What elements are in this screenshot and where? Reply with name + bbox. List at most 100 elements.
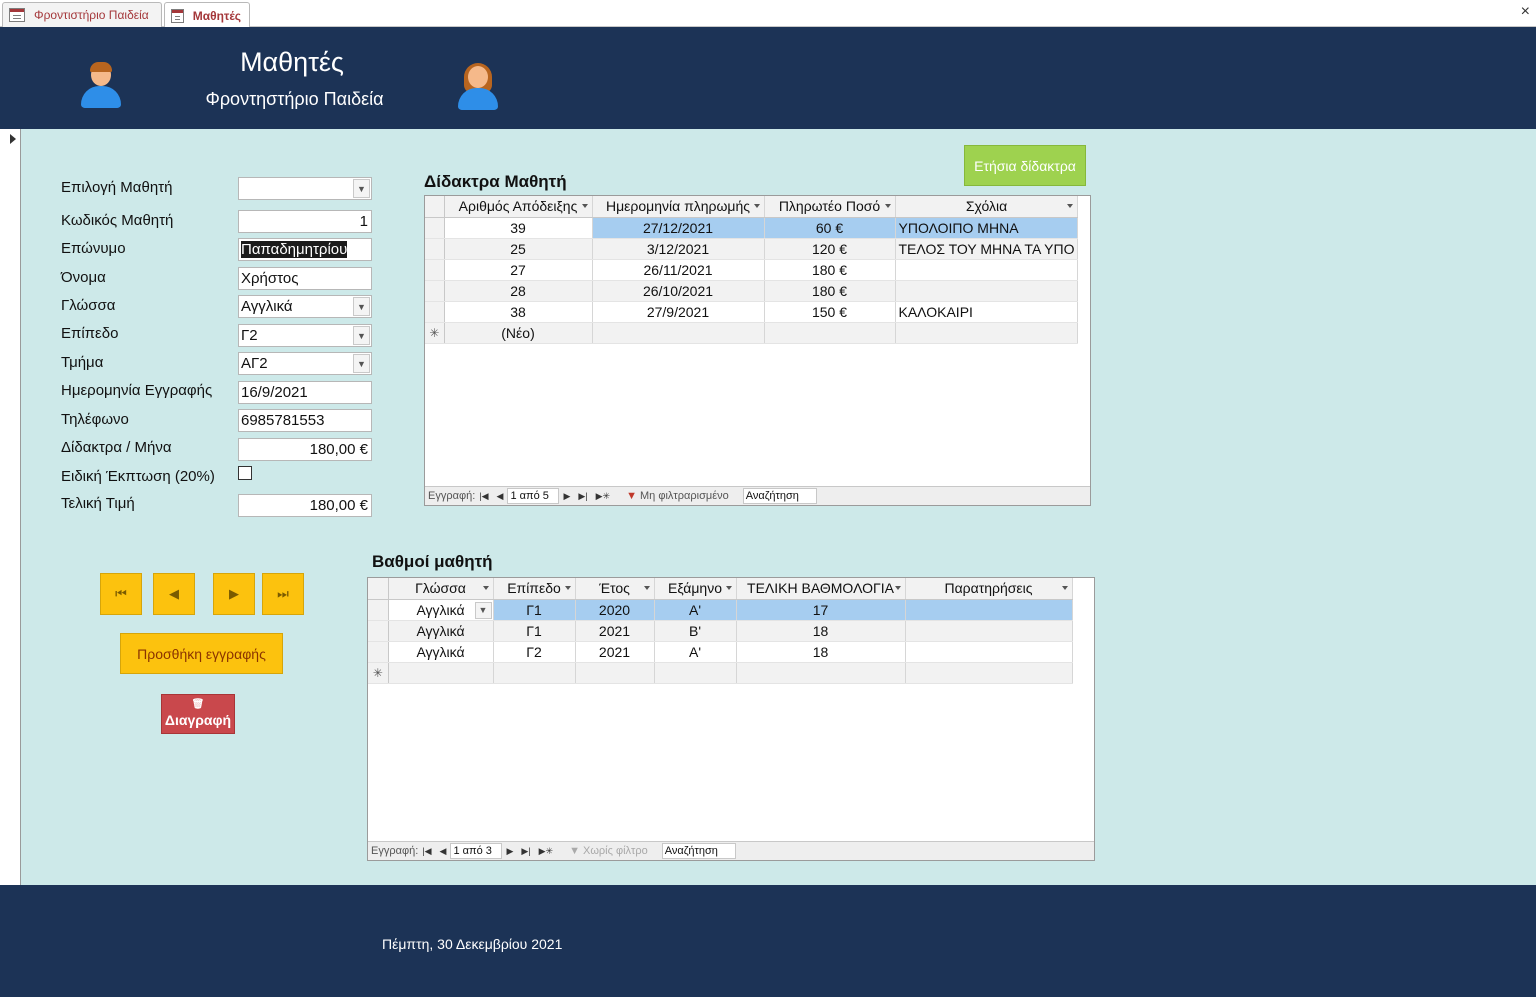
row-selector[interactable]: [368, 641, 389, 663]
table-cell[interactable]: [905, 620, 1073, 642]
column-header[interactable]: Αριθμός Απόδειξης: [444, 196, 593, 218]
search-input[interactable]: Αναζήτηση: [742, 488, 817, 504]
final-price-field[interactable]: 180,00 €: [238, 494, 372, 517]
table-cell[interactable]: [905, 662, 1073, 684]
table-cell[interactable]: [736, 662, 906, 684]
name-field[interactable]: Χρήστος: [238, 267, 372, 290]
table-cell[interactable]: 27/12/2021: [592, 217, 765, 239]
row-selector[interactable]: [425, 280, 445, 302]
column-header[interactable]: Έτος: [575, 578, 655, 600]
table-cell[interactable]: Α': [654, 599, 737, 621]
table-row[interactable]: 25 3/12/2021 120 € ΤΕΛΟΣ ΤΟΥ ΜΗΝΑ ΤΑ ΥΠΟ: [425, 238, 1079, 260]
table-cell[interactable]: [905, 599, 1073, 621]
chevron-down-icon[interactable]: ▼: [353, 297, 370, 316]
column-header[interactable]: Ημερομηνία πληρωμής: [592, 196, 765, 218]
new-record-icon[interactable]: ▶✳: [596, 491, 610, 502]
fees-datasheet[interactable]: Αριθμός Απόδειξης Ημερομηνία πληρωμής Πλ…: [424, 195, 1091, 506]
table-cell[interactable]: 60 €: [764, 217, 896, 239]
next-record-button[interactable]: ▶: [213, 573, 255, 615]
chevron-down-icon[interactable]: ▼: [353, 354, 370, 373]
table-row[interactable]: Αγγλικά Γ1 2021 Β' 18: [368, 620, 1073, 642]
table-cell[interactable]: Γ1: [493, 620, 576, 642]
student-code-field[interactable]: 1: [238, 210, 372, 233]
table-cell[interactable]: [895, 322, 1079, 344]
chevron-down-icon[interactable]: ▼: [353, 326, 370, 345]
select-all-cell[interactable]: [368, 578, 389, 600]
table-cell[interactable]: [905, 641, 1073, 663]
phone-field[interactable]: 6985781553: [238, 409, 372, 432]
level-combo[interactable]: Γ2 ▼: [238, 324, 372, 347]
table-cell[interactable]: 26/10/2021: [592, 280, 765, 302]
first-record-button[interactable]: ⏮: [100, 573, 142, 615]
filter-status[interactable]: ▼ Μη φιλτραρισμένο: [626, 490, 729, 502]
table-cell[interactable]: Γ1: [493, 599, 576, 621]
table-row[interactable]: Αγγλικά ▼ Γ1 2020 Α' 17: [368, 599, 1073, 621]
chevron-down-icon[interactable]: ▼: [474, 601, 492, 619]
delete-button[interactable]: 🗑 Διαγραφή: [161, 694, 235, 734]
first-record-icon[interactable]: |◀: [422, 846, 431, 857]
current-record-field[interactable]: 1 από 5: [507, 488, 560, 504]
table-cell[interactable]: 38: [444, 301, 593, 323]
row-selector[interactable]: [425, 301, 445, 323]
new-record-row[interactable]: ✳ (Νέο): [425, 322, 1079, 344]
table-cell[interactable]: ΚΑΛΟΚΑΙΡΙ: [895, 301, 1079, 323]
table-cell[interactable]: 17: [736, 599, 906, 621]
last-record-icon[interactable]: ▶|: [521, 846, 530, 857]
table-cell[interactable]: 180 €: [764, 259, 896, 281]
table-row[interactable]: 28 26/10/2021 180 €: [425, 280, 1079, 302]
row-selector[interactable]: [368, 599, 389, 621]
table-cell[interactable]: 26/11/2021: [592, 259, 765, 281]
column-header[interactable]: ΤΕΛΙΚΗ ΒΑΘΜΟΛΟΓΙΑ: [736, 578, 906, 600]
search-input[interactable]: Αναζήτηση: [661, 843, 736, 859]
table-cell[interactable]: [493, 662, 576, 684]
column-header[interactable]: Σχόλια: [895, 196, 1079, 218]
tab-students[interactable]: Μαθητές: [164, 2, 250, 28]
row-selector[interactable]: [425, 238, 445, 260]
table-cell[interactable]: Β': [654, 620, 737, 642]
row-selector[interactable]: [368, 620, 389, 642]
surname-field[interactable]: Παπαδημητρίου: [238, 238, 372, 261]
column-header[interactable]: Παρατηρήσεις: [905, 578, 1073, 600]
table-cell[interactable]: 180 €: [764, 280, 896, 302]
last-record-button[interactable]: ⏭: [262, 573, 304, 615]
table-cell[interactable]: 120 €: [764, 238, 896, 260]
table-cell[interactable]: 28: [444, 280, 593, 302]
language-combo[interactable]: Αγγλικά ▼: [238, 295, 372, 318]
table-cell[interactable]: [388, 662, 494, 684]
language-combo-cell[interactable]: Αγγλικά ▼: [388, 599, 494, 621]
registration-date-field[interactable]: 16/9/2021: [238, 381, 372, 404]
new-record-cell[interactable]: (Νέο): [444, 322, 593, 344]
select-all-cell[interactable]: [425, 196, 445, 218]
column-header[interactable]: Γλώσσα: [388, 578, 494, 600]
new-record-row[interactable]: ✳: [368, 662, 1073, 684]
special-discount-checkbox[interactable]: [238, 466, 252, 480]
table-cell[interactable]: [592, 322, 765, 344]
table-cell[interactable]: ΤΕΛΟΣ ΤΟΥ ΜΗΝΑ ΤΑ ΥΠΟ: [895, 238, 1079, 260]
table-cell[interactable]: [654, 662, 737, 684]
close-icon[interactable]: ×: [1521, 3, 1530, 21]
class-combo[interactable]: ΑΓ2 ▼: [238, 352, 372, 375]
previous-record-button[interactable]: ◀: [153, 573, 195, 615]
current-record-field[interactable]: 1 από 3: [450, 843, 503, 859]
column-header[interactable]: Εξάμηνο: [654, 578, 737, 600]
monthly-fee-field[interactable]: 180,00 €: [238, 438, 372, 461]
table-cell[interactable]: 3/12/2021: [592, 238, 765, 260]
select-student-combo[interactable]: ▼: [238, 177, 372, 200]
row-selector[interactable]: [425, 217, 445, 239]
table-cell[interactable]: [895, 280, 1079, 302]
table-row[interactable]: 38 27/9/2021 150 € ΚΑΛΟΚΑΙΡΙ: [425, 301, 1079, 323]
table-cell[interactable]: 27: [444, 259, 593, 281]
table-row[interactable]: Αγγλικά Γ2 2021 Α' 18: [368, 641, 1073, 663]
grades-datasheet[interactable]: Γλώσσα Επίπεδο Έτος Εξάμηνο ΤΕΛΙΚΗ ΒΑΘΜΟ…: [367, 577, 1095, 861]
table-cell[interactable]: 2021: [575, 620, 655, 642]
table-cell[interactable]: 25: [444, 238, 593, 260]
table-cell[interactable]: [764, 322, 896, 344]
table-cell[interactable]: ΥΠΟΛΟΙΠΟ ΜΗΝΑ: [895, 217, 1079, 239]
table-cell[interactable]: 2020: [575, 599, 655, 621]
table-cell[interactable]: 39: [444, 217, 593, 239]
chevron-down-icon[interactable]: ▼: [353, 179, 370, 198]
filter-status[interactable]: ▼ Χωρίς φίλτρο: [569, 845, 648, 857]
table-cell[interactable]: 2021: [575, 641, 655, 663]
next-record-icon[interactable]: ▶: [563, 491, 570, 502]
record-selector[interactable]: [0, 129, 21, 885]
